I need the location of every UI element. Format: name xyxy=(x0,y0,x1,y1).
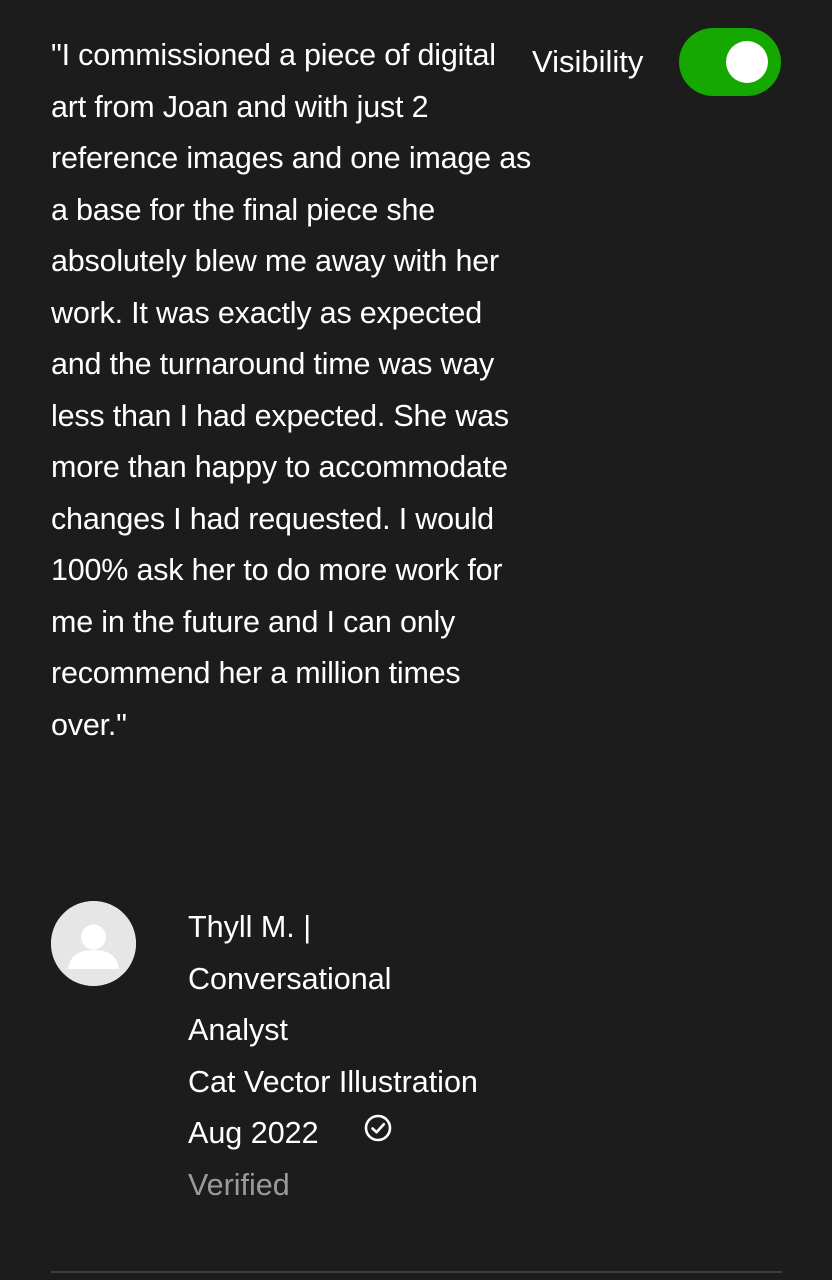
divider xyxy=(51,1271,782,1273)
project-title: Cat Vector Illustration xyxy=(188,1064,478,1099)
avatar xyxy=(51,901,136,986)
visibility-control: Visibility xyxy=(532,28,782,96)
visibility-label: Visibility xyxy=(532,44,644,79)
verified-label: Verified xyxy=(188,1167,290,1202)
review-date: Aug 2022 xyxy=(188,1116,319,1150)
date-row: Aug 2022 xyxy=(188,1108,568,1160)
toggle-knob xyxy=(726,41,768,83)
review-quote: "I commissioned a piece of digital art f… xyxy=(51,38,532,742)
visibility-toggle[interactable] xyxy=(679,28,781,96)
reviewer-title-line1: Conversational xyxy=(188,961,392,996)
reviewer-info: Thyll M. | Conversational Analyst Cat Ve… xyxy=(188,902,568,1211)
reviewer-title-line2: Analyst xyxy=(188,1013,289,1047)
reviewer-name: Thyll M. | xyxy=(188,910,312,944)
review-card: "I commissioned a piece of digital art f… xyxy=(0,0,832,1280)
check-circle-icon xyxy=(363,1108,393,1142)
user-placeholder-icon xyxy=(51,901,136,986)
